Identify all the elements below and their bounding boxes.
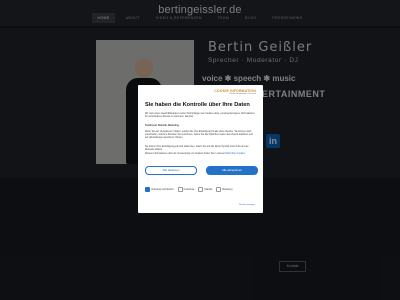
consent-title: Sie haben die Kontrolle über Ihre Daten — [145, 102, 250, 108]
necessary-checkbox[interactable] — [145, 187, 150, 192]
category-label: Marketing — [222, 188, 233, 191]
category-label: Statistik — [204, 188, 213, 191]
cookie-info-link[interactable]: Mehr über Cookies — [226, 153, 245, 155]
consent-paragraph-4-text: Weitere Informationen über die Verwendun… — [145, 153, 225, 155]
consent-paragraph-4: Weitere Informationen über die Verwendun… — [145, 153, 256, 156]
accept-all-button[interactable]: Alle akzeptieren — [206, 166, 258, 175]
show-details-link[interactable]: Details anzeigen — [239, 204, 255, 206]
consent-paragraph-2: Wenn Sie auf „Akzeptieren“ klicken, erte… — [145, 131, 253, 139]
category-statistics[interactable]: Statistik — [198, 187, 212, 192]
category-label: Funktional — [183, 188, 195, 191]
category-marketing[interactable]: Marketing — [216, 187, 232, 192]
cookie-consent-dialog: COOKIE INFORMATION Cookie Information Co… — [138, 85, 263, 213]
statistics-checkbox[interactable] — [198, 187, 204, 192]
page: bertingeissler.de HOME ABOUT VIDEO & REF… — [0, 0, 400, 300]
marketing-checkbox[interactable] — [216, 187, 222, 192]
functional-checkbox[interactable] — [177, 187, 183, 192]
consent-brand-sub: Cookie Information Consent — [228, 93, 256, 95]
consent-paragraph-3: Sie können Ihre Einwilligung jederzeit w… — [145, 146, 249, 151]
consent-categories: Unbedingt erforderlich Funktional Statis… — [145, 187, 256, 192]
decline-all-button[interactable]: Alle ablehnen — [145, 166, 197, 175]
category-label: Unbedingt erforderlich — [151, 188, 174, 191]
consent-intro: Wir und unsere Geschäftspartner nutzen T… — [145, 113, 255, 118]
category-functional[interactable]: Funktional — [177, 187, 195, 192]
consent-purposes: Funktional, Statistik, Marketing — [145, 125, 179, 127]
category-necessary[interactable]: Unbedingt erforderlich — [145, 187, 174, 192]
